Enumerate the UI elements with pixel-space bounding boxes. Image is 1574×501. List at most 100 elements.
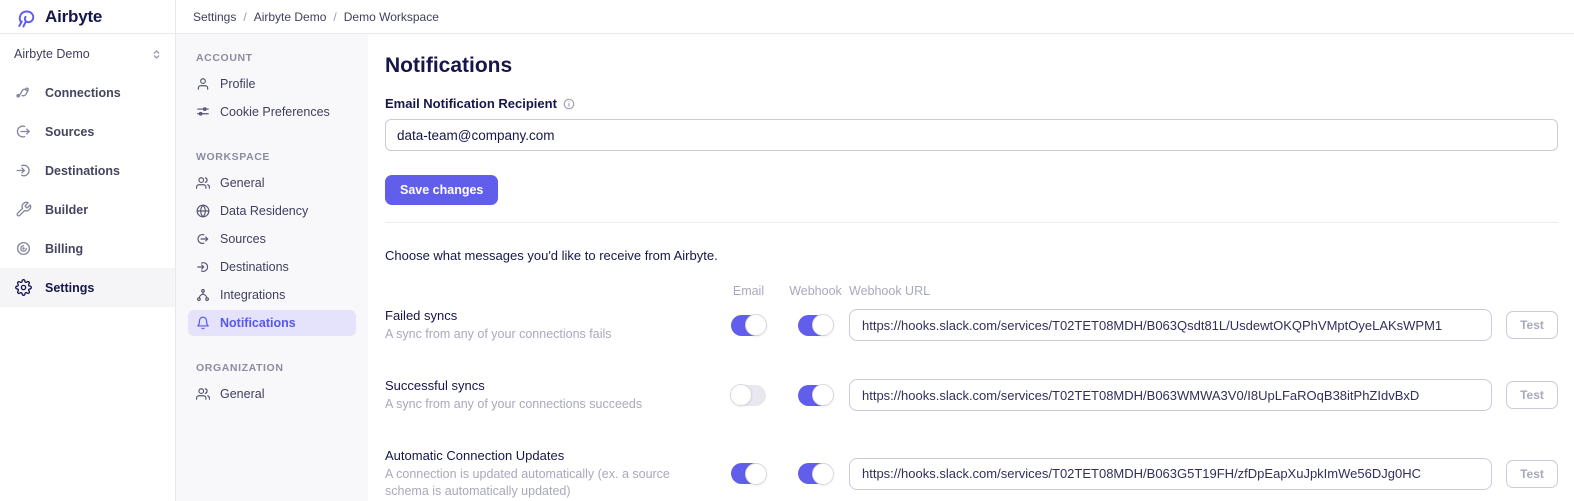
sidebar-item-settings[interactable]: Settings (0, 268, 175, 307)
subnav-section-organization: ORGANIZATION (188, 362, 356, 374)
toggle-knob (812, 314, 834, 336)
airbyte-logo[interactable]: Airbyte (14, 5, 102, 29)
gear-icon (15, 279, 32, 296)
notifications-description: Choose what messages you'd like to recei… (385, 248, 1558, 263)
subnav-item-cookie-preferences[interactable]: Cookie Preferences (188, 99, 356, 125)
row-title: Failed syncs (385, 308, 715, 323)
row-text: Successful syncs A sync from any of your… (385, 378, 715, 413)
notifications-table-header: Email Webhook Webhook URL (385, 284, 1558, 298)
subnav-item-label: Cookie Preferences (220, 105, 330, 119)
subnav-item-label: General (220, 387, 264, 401)
sidebar-nav: Connections Sources Dest (0, 73, 175, 307)
webhook-toggle[interactable] (798, 315, 833, 336)
subnav-item-label: Notifications (220, 316, 296, 330)
subnav-item-profile[interactable]: Profile (188, 71, 356, 97)
sidebar-item-builder[interactable]: Builder (0, 190, 175, 229)
subnav-item-integrations[interactable]: Integrations (188, 282, 356, 308)
connections-icon (15, 84, 32, 101)
toggle-knob (812, 463, 834, 485)
email-recipient-input[interactable] (385, 119, 1558, 151)
email-recipient-label: Email Notification Recipient (385, 96, 557, 111)
test-webhook-button[interactable]: Test (1506, 311, 1558, 339)
toggle-knob (745, 463, 767, 485)
webhook-column-header: Webhook (782, 284, 849, 298)
sidebar-item-connections[interactable]: Connections (0, 73, 175, 112)
sidebar-item-label: Connections (45, 86, 121, 100)
user-icon (196, 77, 210, 91)
subnav-item-label: Sources (220, 232, 266, 246)
webhook-toggle[interactable] (798, 385, 833, 406)
sidebar-item-billing[interactable]: Billing (0, 229, 175, 268)
subnav-item-general-organization[interactable]: General (188, 381, 356, 407)
row-title: Automatic Connection Updates (385, 448, 715, 463)
bell-icon (196, 316, 210, 330)
info-circle-icon[interactable] (563, 98, 575, 110)
notification-row-successful-syncs: Successful syncs A sync from any of your… (385, 378, 1558, 413)
chevron-up-down-icon (150, 48, 163, 61)
webhook-url-column-header: Webhook URL (849, 284, 1492, 298)
users-icon (196, 387, 210, 401)
save-changes-button[interactable]: Save changes (385, 175, 498, 205)
sidebar-item-label: Billing (45, 242, 83, 256)
subnav-item-destinations[interactable]: Destinations (188, 254, 356, 280)
breadcrumb: Settings / Airbyte Demo / Demo Workspace (193, 10, 439, 24)
subnav-item-label: Data Residency (220, 204, 308, 218)
airbyte-octopus-icon (14, 5, 38, 29)
test-webhook-button[interactable]: Test (1506, 460, 1558, 488)
row-text: Failed syncs A sync from any of your con… (385, 308, 715, 343)
branch-icon (196, 288, 210, 302)
email-column-header: Email (715, 284, 782, 298)
breadcrumb-current[interactable]: Demo Workspace (344, 10, 439, 24)
coin-icon (15, 240, 32, 257)
wrench-icon (15, 201, 32, 218)
page-title: Notifications (385, 54, 1558, 78)
breadcrumb-separator: / (243, 10, 246, 24)
breadcrumb-workspace[interactable]: Airbyte Demo (254, 10, 327, 24)
subnav-item-label: Destinations (220, 260, 289, 274)
toggle-knob (730, 384, 752, 406)
brand-name: Airbyte (45, 7, 102, 27)
webhook-toggle[interactable] (798, 463, 833, 484)
app-window: Airbyte Settings / Airbyte Demo / Demo W… (0, 0, 1574, 501)
notification-row-failed-syncs: Failed syncs A sync from any of your con… (385, 308, 1558, 343)
section-divider (385, 222, 1558, 223)
row-subtitle: A sync from any of your connections fail… (385, 326, 715, 343)
workspace-selector[interactable]: Airbyte Demo (0, 34, 175, 73)
subnav-section-workspace: WORKSPACE (188, 151, 356, 163)
row-subtitle: A connection is updated automatically (e… (385, 466, 715, 500)
subnav-item-notifications[interactable]: Notifications (188, 310, 356, 336)
notification-row-automatic-connection-updates: Automatic Connection Updates A connectio… (385, 448, 1558, 500)
test-webhook-button[interactable]: Test (1506, 381, 1558, 409)
sidebar-item-label: Settings (45, 281, 94, 295)
users-icon (196, 176, 210, 190)
globe-icon (196, 204, 210, 218)
email-toggle[interactable] (731, 315, 766, 336)
webhook-url-input[interactable] (849, 309, 1492, 341)
main-sidebar: Airbyte Demo Connections (0, 34, 176, 501)
sidebar-item-destinations[interactable]: Destinations (0, 151, 175, 190)
subnav-item-general-workspace[interactable]: General (188, 170, 356, 196)
breadcrumb-settings[interactable]: Settings (193, 10, 236, 24)
toggle-knob (812, 384, 834, 406)
sidebar-item-label: Sources (45, 125, 94, 139)
topbar-logo-area: Airbyte (0, 0, 176, 34)
settings-subnav: ACCOUNT Profile Cookie Preferences WORKS… (176, 34, 368, 501)
subnav-item-data-residency[interactable]: Data Residency (188, 198, 356, 224)
webhook-url-input[interactable] (849, 379, 1492, 411)
source-circle-arrow-icon (15, 123, 32, 140)
email-toggle[interactable] (731, 385, 766, 406)
topbar: Settings / Airbyte Demo / Demo Workspace (176, 0, 1574, 34)
sidebar-item-label: Builder (45, 203, 88, 217)
breadcrumb-separator: / (333, 10, 336, 24)
subnav-section-account: ACCOUNT (188, 52, 356, 64)
sidebar-item-sources[interactable]: Sources (0, 112, 175, 151)
subnav-item-sources[interactable]: Sources (188, 226, 356, 252)
email-toggle[interactable] (731, 463, 766, 484)
destination-circle-arrow-icon (15, 162, 32, 179)
sidebar-item-label: Destinations (45, 164, 120, 178)
email-recipient-label-row: Email Notification Recipient (385, 96, 1558, 111)
webhook-url-input[interactable] (849, 458, 1492, 490)
row-title: Successful syncs (385, 378, 715, 393)
subnav-item-label: General (220, 176, 264, 190)
source-circle-arrow-icon (196, 232, 210, 246)
